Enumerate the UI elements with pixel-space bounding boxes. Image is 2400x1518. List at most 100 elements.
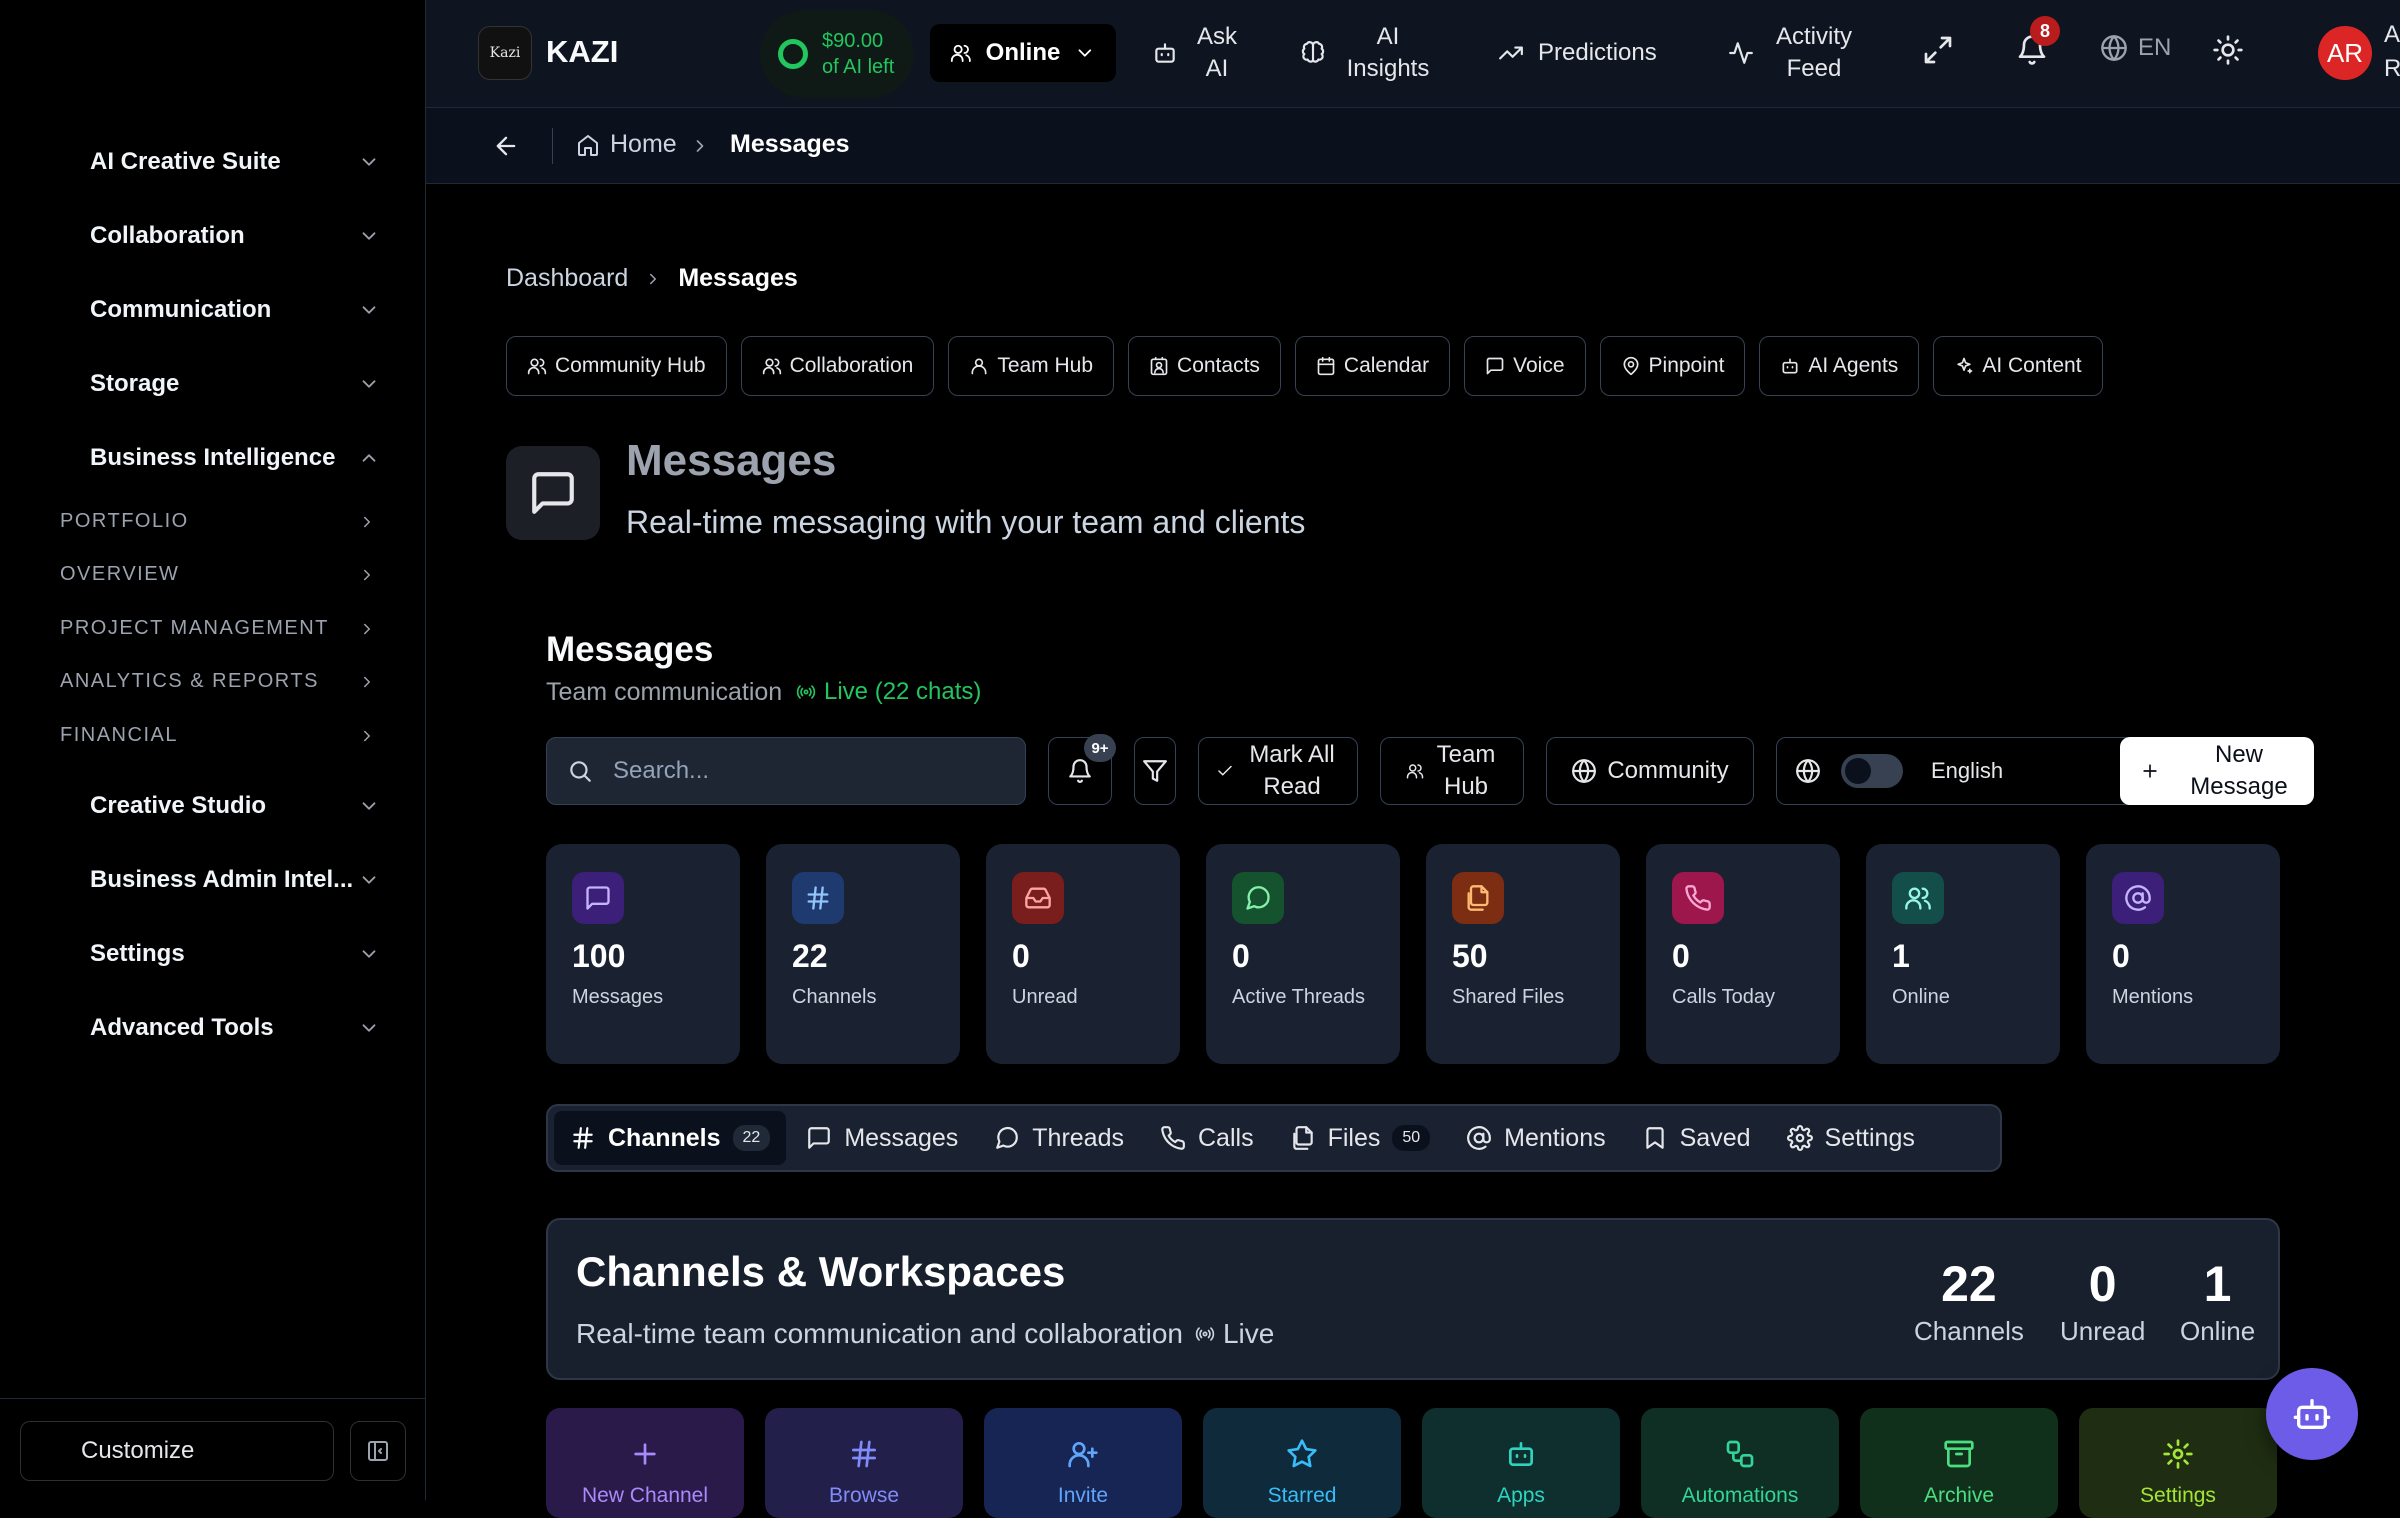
- action-label: New Channel: [581, 1484, 709, 1507]
- chevron-right-icon: [364, 569, 370, 580]
- team-hub-button[interactable]: Team Hub: [1380, 737, 1524, 805]
- settings-button[interactable]: Settings: [2079, 1408, 2277, 1518]
- tab-settings[interactable]: Settings: [1771, 1111, 1931, 1165]
- ai-assistant-button[interactable]: [2266, 1368, 2358, 1460]
- unread-stat-label: Unread: [2060, 1316, 2146, 1346]
- quick-links: Community Hub Collaboration Team Hub Con…: [506, 336, 2103, 396]
- quick-link-community-hub[interactable]: Community Hub: [506, 336, 727, 396]
- ai-insights-button[interactable]: AI Insights: [1300, 20, 1436, 86]
- sidebar-item-financial[interactable]: FINANCIAL: [60, 724, 376, 747]
- sidebar-group-label: Storage: [90, 370, 180, 397]
- new-message-button[interactable]: New Message: [2120, 737, 2314, 805]
- chevron-down-icon: [1078, 49, 1092, 57]
- channels-panel-subtitle: Real-time team communication and collabo…: [576, 1318, 1183, 1349]
- invite-button[interactable]: Invite: [984, 1408, 1182, 1518]
- fullscreen-button[interactable]: [1922, 34, 1954, 66]
- stat-card-unread[interactable]: 0 Unread: [986, 844, 1180, 1064]
- automations-button[interactable]: Automations: [1641, 1408, 1839, 1518]
- stat-card-online[interactable]: 1 Online: [1866, 844, 2060, 1064]
- credit-text: $90.00 of AI left: [822, 30, 895, 78]
- tab-mentions[interactable]: Mentions: [1450, 1111, 1621, 1165]
- theme-toggle-button[interactable]: [2212, 34, 2244, 66]
- sidebar-group-creative-studio[interactable]: Creative Studio: [90, 792, 380, 820]
- community-button[interactable]: Community: [1546, 737, 1754, 805]
- ask-ai-button[interactable]: Ask AI: [1152, 20, 1242, 86]
- user-name: A R: [2384, 21, 2400, 82]
- status-dropdown[interactable]: Online: [930, 24, 1116, 82]
- quick-link-pinpoint[interactable]: Pinpoint: [1599, 336, 1746, 396]
- translation-toggle[interactable]: [1841, 754, 1903, 788]
- unread-stat: 0 Unread: [2060, 1256, 2145, 1347]
- sidebar-group-business-intelligence[interactable]: Business Intelligence: [90, 444, 380, 472]
- sidebar-group-advanced-tools[interactable]: Advanced Tools: [90, 1014, 380, 1042]
- new-channel-button[interactable]: New Channel: [546, 1408, 744, 1518]
- filter-button[interactable]: [1134, 737, 1176, 805]
- stat-label: Shared Files: [1452, 986, 1565, 1008]
- sidebar-group-business-admin-intel[interactable]: Business Admin Intel...: [90, 866, 380, 894]
- quick-link-team-hub[interactable]: Team Hub: [948, 336, 1115, 396]
- page-title: Messages: [626, 436, 837, 485]
- quick-link-collaboration[interactable]: Collaboration: [740, 336, 935, 396]
- sidebar-group-ai-creative-suite[interactable]: AI Creative Suite: [90, 148, 380, 176]
- collapse-sidebar-button[interactable]: [350, 1421, 406, 1481]
- stat-card-messages[interactable]: 100 Messages: [546, 844, 740, 1064]
- sidebar-group-communication[interactable]: Communication: [90, 296, 380, 324]
- tab-messages[interactable]: Messages: [790, 1111, 974, 1165]
- app-logo[interactable]: Kazi: [478, 26, 532, 80]
- user-icon: [971, 358, 987, 375]
- at-sign-icon: [1467, 1126, 1492, 1150]
- sidebar-item-portfolio[interactable]: PORTFOLIO: [60, 510, 376, 533]
- quick-link-ai-agents[interactable]: AI Agents: [1759, 336, 1920, 396]
- quick-link-calendar[interactable]: Calendar: [1294, 336, 1451, 396]
- stat-card-calls-today[interactable]: 0 Calls Today: [1646, 844, 1840, 1064]
- quick-link-ai-content[interactable]: AI Content: [1933, 336, 2103, 396]
- predictions-button[interactable]: Predictions: [1498, 20, 1657, 86]
- tab-calls[interactable]: Calls: [1144, 1111, 1270, 1165]
- sidebar-group-settings[interactable]: Settings: [90, 940, 380, 968]
- quick-link-contacts[interactable]: Contacts: [1128, 336, 1281, 396]
- sparkles-icon: [1957, 357, 1973, 374]
- breadcrumb-home-link[interactable]: Home: [576, 130, 677, 159]
- sidebar-group-collaboration[interactable]: Collaboration: [90, 222, 380, 250]
- online-stat-label: Online: [2180, 1316, 2256, 1346]
- sidebar-item-overview[interactable]: OVERVIEW: [60, 563, 376, 586]
- messages-section-title: Messages: [546, 630, 714, 669]
- page-breadcrumb-root[interactable]: Dashboard: [506, 264, 628, 293]
- mark-all-read-button[interactable]: Mark All Read: [1198, 737, 1358, 805]
- stat-card-active-threads[interactable]: 0 Active Threads: [1206, 844, 1400, 1064]
- ai-credit-indicator[interactable]: $90.00 of AI left: [760, 10, 914, 98]
- stat-label: Unread: [1012, 986, 1078, 1008]
- activity-feed-button[interactable]: Activity Feed: [1728, 20, 1860, 86]
- action-label: Apps: [1497, 1484, 1545, 1507]
- user-avatar[interactable]: AR: [2318, 26, 2372, 80]
- language-button[interactable]: EN: [2100, 34, 2171, 62]
- tab-channels[interactable]: Channels 22: [554, 1111, 787, 1165]
- phone-icon: [1672, 872, 1724, 924]
- starred-button[interactable]: Starred: [1203, 1408, 1401, 1518]
- hash-icon: [573, 1127, 593, 1149]
- star-icon: [1287, 1439, 1317, 1468]
- apps-button[interactable]: Apps: [1422, 1408, 1620, 1518]
- translation-language-select[interactable]: English: [1776, 737, 2164, 805]
- plus-icon: [634, 1443, 656, 1465]
- customize-button[interactable]: Customize: [20, 1421, 334, 1481]
- chevron-down-icon: [362, 950, 376, 958]
- bot-icon: [1155, 43, 1175, 63]
- sidebar-group-storage[interactable]: Storage: [90, 370, 380, 398]
- back-button[interactable]: [492, 132, 520, 160]
- tab-files[interactable]: Files 50: [1274, 1111, 1447, 1165]
- stat-card-shared-files[interactable]: 50 Shared Files: [1426, 844, 1620, 1064]
- tab-saved[interactable]: Saved: [1626, 1111, 1767, 1165]
- browse-button[interactable]: Browse: [765, 1408, 963, 1518]
- at-sign-icon: [2112, 872, 2164, 924]
- quick-link-voice[interactable]: Voice: [1464, 336, 1586, 396]
- stat-value: 0: [1672, 938, 1690, 974]
- archive-button[interactable]: Archive: [1860, 1408, 2058, 1518]
- sidebar-group-label: Collaboration: [90, 222, 245, 249]
- stat-card-mentions[interactable]: 0 Mentions: [2086, 844, 2280, 1064]
- search-input[interactable]: [613, 757, 993, 785]
- sidebar-item-analytics-reports[interactable]: ANALYTICS & REPORTS: [60, 670, 376, 693]
- tab-threads[interactable]: Threads: [978, 1111, 1140, 1165]
- stat-card-channels[interactable]: 22 Channels: [766, 844, 960, 1064]
- sidebar-item-project-management[interactable]: PROJECT MANAGEMENT: [60, 617, 376, 640]
